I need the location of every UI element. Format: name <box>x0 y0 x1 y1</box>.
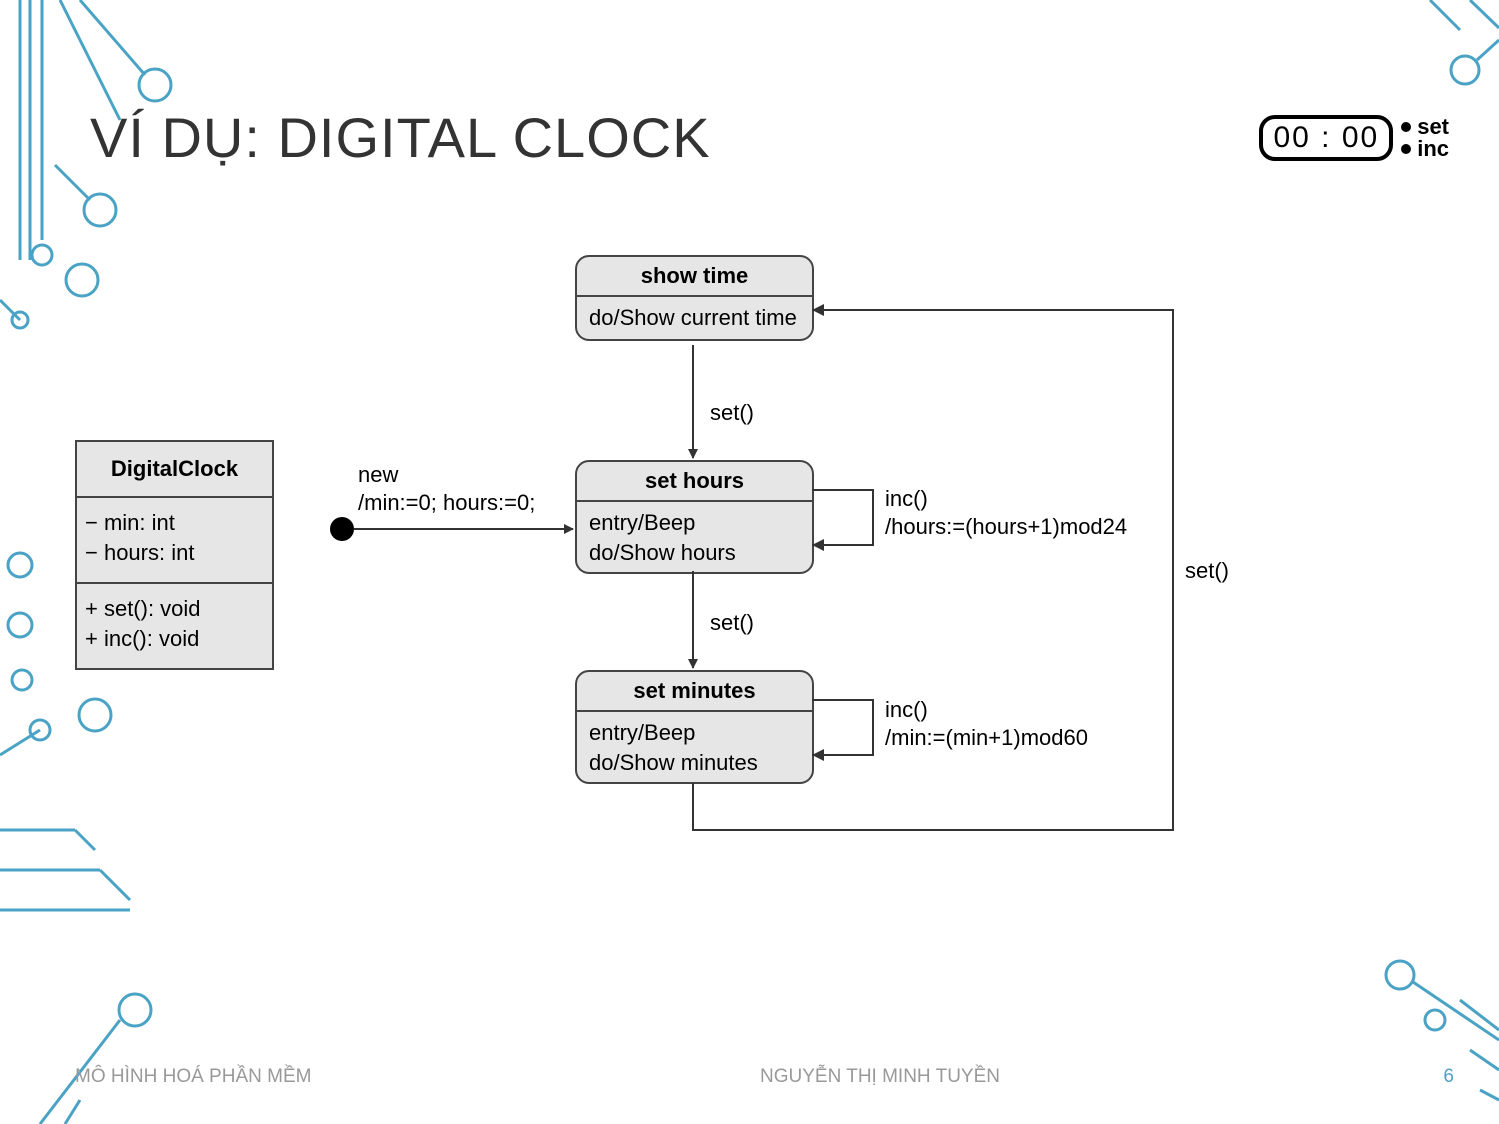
state-body: entry/Beep do/Show hours <box>577 502 812 574</box>
state-set-hours: set hours entry/Beep do/Show hours <box>575 460 814 574</box>
state-body: entry/Beep do/Show minutes <box>577 712 812 784</box>
state-show-time: show time do/Show current time <box>575 255 814 341</box>
page-number: 6 <box>1443 1066 1454 1088</box>
initial-state-icon <box>330 517 354 541</box>
state-name: set minutes <box>577 672 812 712</box>
transition-s3-self-label-2: /min:=(min+1)mod60 <box>885 725 1088 751</box>
transition-init-label-1: new <box>358 462 398 488</box>
transition-s2-self-label-2: /hours:=(hours+1)mod24 <box>885 514 1127 540</box>
transition-s2-self-label-1: inc() <box>885 486 928 512</box>
transition-s3-s1-label: set() <box>1185 558 1229 584</box>
state-set-minutes: set minutes entry/Beep do/Show minutes <box>575 670 814 784</box>
clock-set-label: set <box>1417 116 1449 138</box>
uml-op-set: + set(): void <box>85 594 264 624</box>
state-entry: entry/Beep <box>589 718 800 748</box>
state-body: do/Show current time <box>577 297 812 339</box>
uml-op-inc: + inc(): void <box>85 624 264 654</box>
state-name: show time <box>577 257 812 297</box>
uml-attributes: − min: int − hours: int <box>77 498 272 584</box>
clock-inc-button: inc <box>1401 138 1449 160</box>
state-do: do/Show minutes <box>589 748 800 778</box>
digital-clock-widget: 00 : 00 set inc <box>1259 115 1449 161</box>
transition-s3-self-label-1: inc() <box>885 697 928 723</box>
transition-s1-s2-label: set() <box>710 400 754 426</box>
uml-class-name: DigitalClock <box>77 442 272 498</box>
footer-right: NGUYỄN THỊ MINH TUYỀN <box>760 1066 1000 1088</box>
uml-class-digitalclock: DigitalClock − min: int − hours: int + s… <box>75 440 274 670</box>
state-name: set hours <box>577 462 812 502</box>
clock-set-button: set <box>1401 116 1449 138</box>
uml-operations: + set(): void + inc(): void <box>77 584 272 668</box>
footer-left: MÔ HÌNH HOÁ PHẦN MỀM <box>75 1066 311 1088</box>
transition-s2-s3-label: set() <box>710 610 754 636</box>
state-entry: entry/Beep <box>589 508 800 538</box>
clock-inc-label: inc <box>1417 138 1449 160</box>
uml-attr-min: − min: int <box>85 508 264 538</box>
uml-attr-hours: − hours: int <box>85 538 264 568</box>
state-do: do/Show hours <box>589 538 800 568</box>
transition-init-label-2: /min:=0; hours:=0; <box>358 490 535 516</box>
clock-display: 00 : 00 <box>1259 115 1393 161</box>
slide-title: VÍ DỤ: DIGITAL CLOCK <box>90 105 711 170</box>
